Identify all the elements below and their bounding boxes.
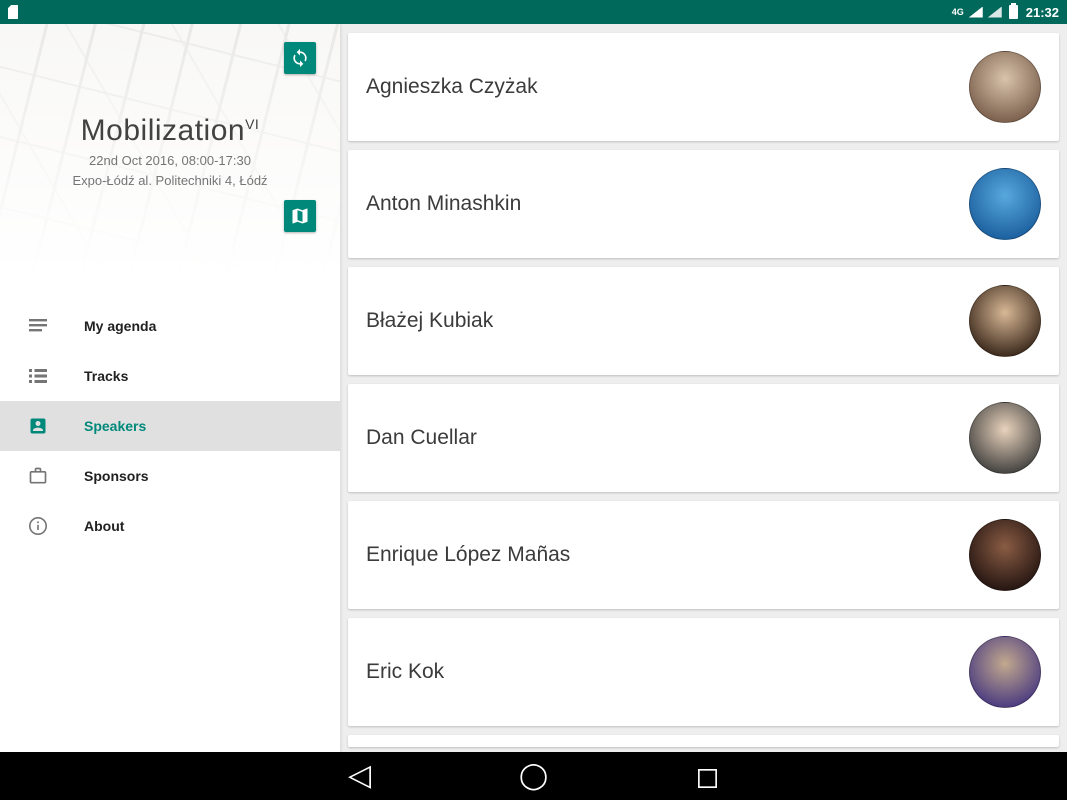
menu-item-sponsors[interactable]: Sponsors: [0, 451, 340, 501]
speaker-name: Eric Kok: [366, 660, 444, 684]
network-type-label: 4G: [952, 8, 964, 17]
speaker-avatar: [969, 636, 1041, 708]
home-icon[interactable]: ◯: [517, 763, 551, 789]
menu-item-speakers[interactable]: Speakers: [0, 401, 340, 451]
speaker-name: Błażej Kubiak: [366, 309, 493, 333]
speaker-avatar: [969, 519, 1041, 591]
status-bar-clock: 21:32: [1026, 5, 1059, 20]
speaker-card[interactable]: Anton Minashkin: [348, 150, 1059, 258]
menu-label: My agenda: [84, 318, 156, 334]
agenda-icon: [28, 316, 48, 336]
map-button[interactable]: [284, 200, 316, 232]
recents-icon[interactable]: ◻: [691, 762, 725, 791]
sponsors-icon: [28, 466, 48, 486]
map-icon: [290, 206, 310, 226]
menu-item-tracks[interactable]: Tracks: [0, 351, 340, 401]
navigation-drawer: MobilizationVI 22nd Oct 2016, 08:00-17:3…: [0, 24, 340, 752]
about-icon: [28, 516, 48, 536]
android-screen: 4G 21:32 MobilizationVI 22nd Oct 2016, 0…: [0, 0, 1067, 800]
speaker-card[interactable]: Eric Kok: [348, 618, 1059, 726]
status-bar: 4G 21:32: [0, 0, 1067, 24]
app-title-edition: VI: [245, 116, 259, 132]
menu-label: About: [84, 518, 124, 534]
cell-signal-icon: [969, 7, 983, 18]
menu-label: Speakers: [84, 418, 146, 434]
menu-item-my-agenda[interactable]: My agenda: [0, 301, 340, 351]
speaker-name: Dan Cuellar: [366, 426, 477, 450]
speaker-name: Agnieszka Czyżak: [366, 75, 538, 99]
drawer-menu: My agenda Tracks Speakers: [0, 301, 340, 551]
sd-card-icon: [8, 5, 18, 19]
speaker-name: Enrique López Mañas: [366, 543, 570, 567]
speaker-avatar: [969, 285, 1041, 357]
event-venue: Expo-Łódź al. Politechniki 4, Łódź: [0, 172, 340, 189]
drawer-header: MobilizationVI 22nd Oct 2016, 08:00-17:3…: [0, 24, 340, 276]
menu-item-about[interactable]: About: [0, 501, 340, 551]
speaker-card[interactable]: Błażej Kubiak: [348, 267, 1059, 375]
menu-label: Sponsors: [84, 468, 149, 484]
speaker-avatar: [969, 51, 1041, 123]
app-title: MobilizationVI: [0, 106, 340, 149]
secondary-signal-icon: [988, 7, 1002, 18]
speaker-card[interactable]: Dan Cuellar: [348, 384, 1059, 492]
speaker-card[interactable]: Agnieszka Czyżak: [348, 33, 1059, 141]
sync-button[interactable]: [284, 42, 316, 74]
tracks-icon: [28, 366, 48, 386]
speaker-name: Anton Minashkin: [366, 192, 521, 216]
speakers-icon: [28, 416, 48, 436]
event-date: 22nd Oct 2016, 08:00-17:30: [0, 152, 340, 169]
speaker-card-partial[interactable]: [348, 735, 1059, 747]
back-icon[interactable]: ◁: [343, 761, 377, 791]
speaker-avatar: [969, 402, 1041, 474]
menu-label: Tracks: [84, 368, 128, 384]
speaker-card[interactable]: Enrique López Mañas: [348, 501, 1059, 609]
system-navigation-bar: ◁ ◯ ◻: [0, 752, 1067, 800]
sync-icon: [290, 48, 310, 68]
speaker-avatar: [969, 168, 1041, 240]
speaker-list: Agnieszka Czyżak Anton Minashkin Błażej …: [340, 24, 1067, 752]
battery-icon: [1009, 5, 1018, 19]
